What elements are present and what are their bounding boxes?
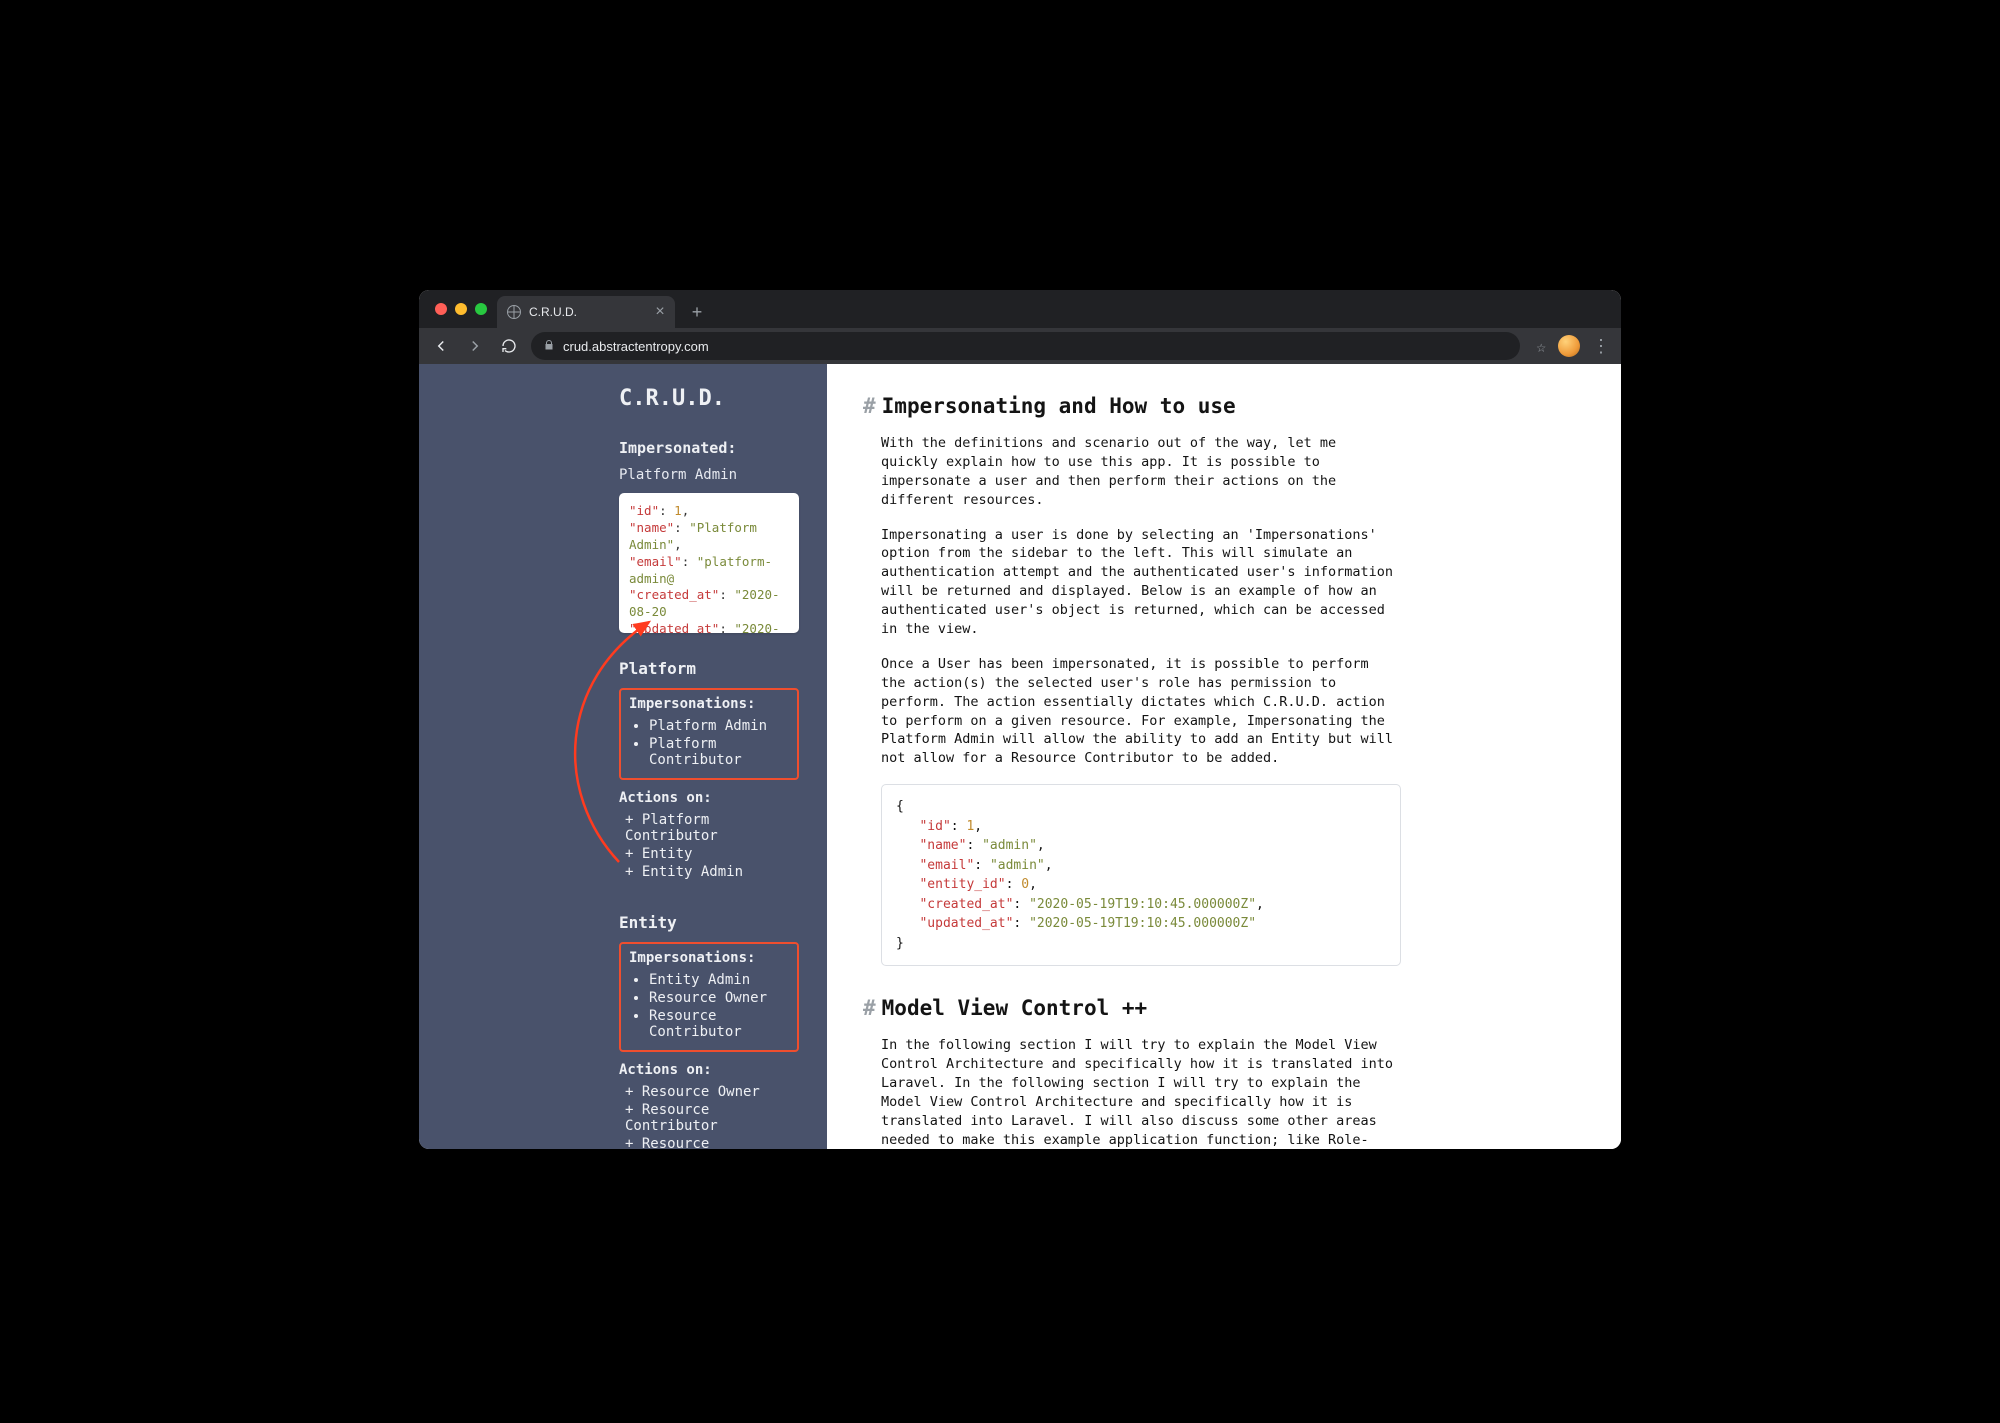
toolbar: crud.abstractentropy.com ☆ ⋮: [419, 328, 1621, 364]
sidebar-item-impersonate[interactable]: Resource Owner: [649, 990, 789, 1006]
bookmark-star-icon[interactable]: ☆: [1536, 337, 1546, 356]
back-button[interactable]: [429, 334, 453, 358]
json-key: "email": [629, 554, 682, 569]
globe-icon: [507, 305, 521, 319]
tab-close-button[interactable]: ×: [653, 305, 667, 319]
new-tab-button[interactable]: +: [683, 298, 711, 326]
json-num: 0: [1021, 877, 1029, 892]
heading-text: Impersonating and How to use: [882, 394, 1236, 418]
close-window-button[interactable]: [435, 303, 447, 315]
hash-icon: #: [863, 996, 876, 1020]
brace: {: [896, 799, 904, 814]
maximize-window-button[interactable]: [475, 303, 487, 315]
sidebar-item-impersonate[interactable]: Resource Contributor: [649, 1008, 789, 1040]
url-text: crud.abstractentropy.com: [563, 340, 709, 353]
minimize-window-button[interactable]: [455, 303, 467, 315]
json-key: "created_at": [919, 897, 1013, 912]
json-num: 1: [966, 819, 974, 834]
tab-bar: C.R.U.D. × +: [419, 290, 1621, 328]
impersonations-label: Impersonations:: [629, 950, 789, 966]
tab-title: C.R.U.D.: [529, 296, 577, 328]
json-str: "admin": [982, 838, 1037, 853]
actions-label: Actions on:: [619, 790, 799, 806]
section-heading: #Model View Control ++: [863, 996, 1581, 1020]
paragraph: Impersonating a user is done by selectin…: [881, 526, 1401, 639]
forward-button[interactable]: [463, 334, 487, 358]
platform-title: Platform: [619, 659, 799, 678]
paragraph: In the following section I will try to e…: [881, 1036, 1401, 1149]
sidebar-item-impersonate[interactable]: Platform Admin: [649, 718, 789, 734]
impersonated-role: Platform Admin: [619, 467, 799, 483]
json-key: "entity_id": [919, 877, 1005, 892]
brand-title: C.R.U.D.: [619, 386, 799, 411]
platform-impersonations-box: Impersonations: Platform Admin Platform …: [619, 688, 799, 780]
actions-label: Actions on:: [619, 1062, 799, 1078]
json-key: "name": [629, 520, 674, 535]
heading-text: Model View Control ++: [882, 996, 1148, 1020]
entity-group: Entity Impersonations: Entity Admin Reso…: [619, 913, 799, 1149]
sidebar-item-action[interactable]: Resource: [625, 1136, 799, 1149]
brace: }: [896, 936, 904, 951]
section-heading: #Impersonating and How to use: [863, 394, 1581, 418]
user-json-card: "id": 1, "name": "Platform Admin", "emai…: [619, 493, 799, 633]
entity-actions: Actions on: Resource Owner Resource Cont…: [619, 1062, 799, 1149]
impersonations-label: Impersonations:: [629, 696, 789, 712]
json-key: "id": [629, 503, 659, 518]
address-bar[interactable]: crud.abstractentropy.com: [531, 332, 1520, 360]
json-key: "updated_at": [919, 916, 1013, 931]
sidebar-item-action[interactable]: Platform Contributor: [625, 812, 799, 844]
json-key: "updated_at": [629, 621, 719, 633]
reload-button[interactable]: [497, 334, 521, 358]
profile-avatar[interactable]: [1558, 335, 1580, 357]
menu-button[interactable]: ⋮: [1592, 337, 1611, 355]
platform-group: Platform Impersonations: Platform Admin …: [619, 659, 799, 880]
browser-tab[interactable]: C.R.U.D. ×: [497, 296, 675, 328]
json-key: "id": [919, 819, 950, 834]
sidebar-item-action[interactable]: Entity Admin: [625, 864, 799, 880]
code-block: { "id": 1, "name": "admin", "email": "ad…: [881, 784, 1401, 966]
impersonated-header: Impersonated:: [619, 439, 799, 457]
sidebar-item-action[interactable]: Resource Contributor: [625, 1102, 799, 1134]
entity-title: Entity: [619, 913, 799, 932]
json-key: "name": [919, 838, 966, 853]
main-content: #Impersonating and How to use With the d…: [827, 364, 1621, 1149]
paragraph: With the definitions and scenario out of…: [881, 434, 1401, 510]
page: C.R.U.D. Impersonated: Platform Admin "i…: [419, 364, 1621, 1149]
sidebar-item-impersonate[interactable]: Entity Admin: [649, 972, 789, 988]
json-str: "2020-05-19T19:10:45.000000Z": [1029, 916, 1256, 931]
sidebar-item-action[interactable]: Resource Owner: [625, 1084, 799, 1100]
paragraph: Once a User has been impersonated, it is…: [881, 655, 1401, 768]
sidebar: C.R.U.D. Impersonated: Platform Admin "i…: [419, 364, 827, 1149]
entity-impersonations-box: Impersonations: Entity Admin Resource Ow…: [619, 942, 799, 1052]
hash-icon: #: [863, 394, 876, 418]
json-key: "email": [919, 858, 974, 873]
sidebar-item-action[interactable]: Entity: [625, 846, 799, 862]
json-str: "admin": [990, 858, 1045, 873]
json-num: 1: [674, 503, 682, 518]
platform-actions: Actions on: Platform Contributor Entity …: [619, 790, 799, 880]
json-key: "created_at": [629, 587, 719, 602]
sidebar-item-impersonate[interactable]: Platform Contributor: [649, 736, 789, 768]
lock-icon: [543, 339, 555, 353]
window-controls: [435, 303, 487, 315]
json-str: "2020-05-19T19:10:45.000000Z": [1029, 897, 1256, 912]
browser-window: C.R.U.D. × + crud.abstractentropy.com: [419, 290, 1621, 1149]
